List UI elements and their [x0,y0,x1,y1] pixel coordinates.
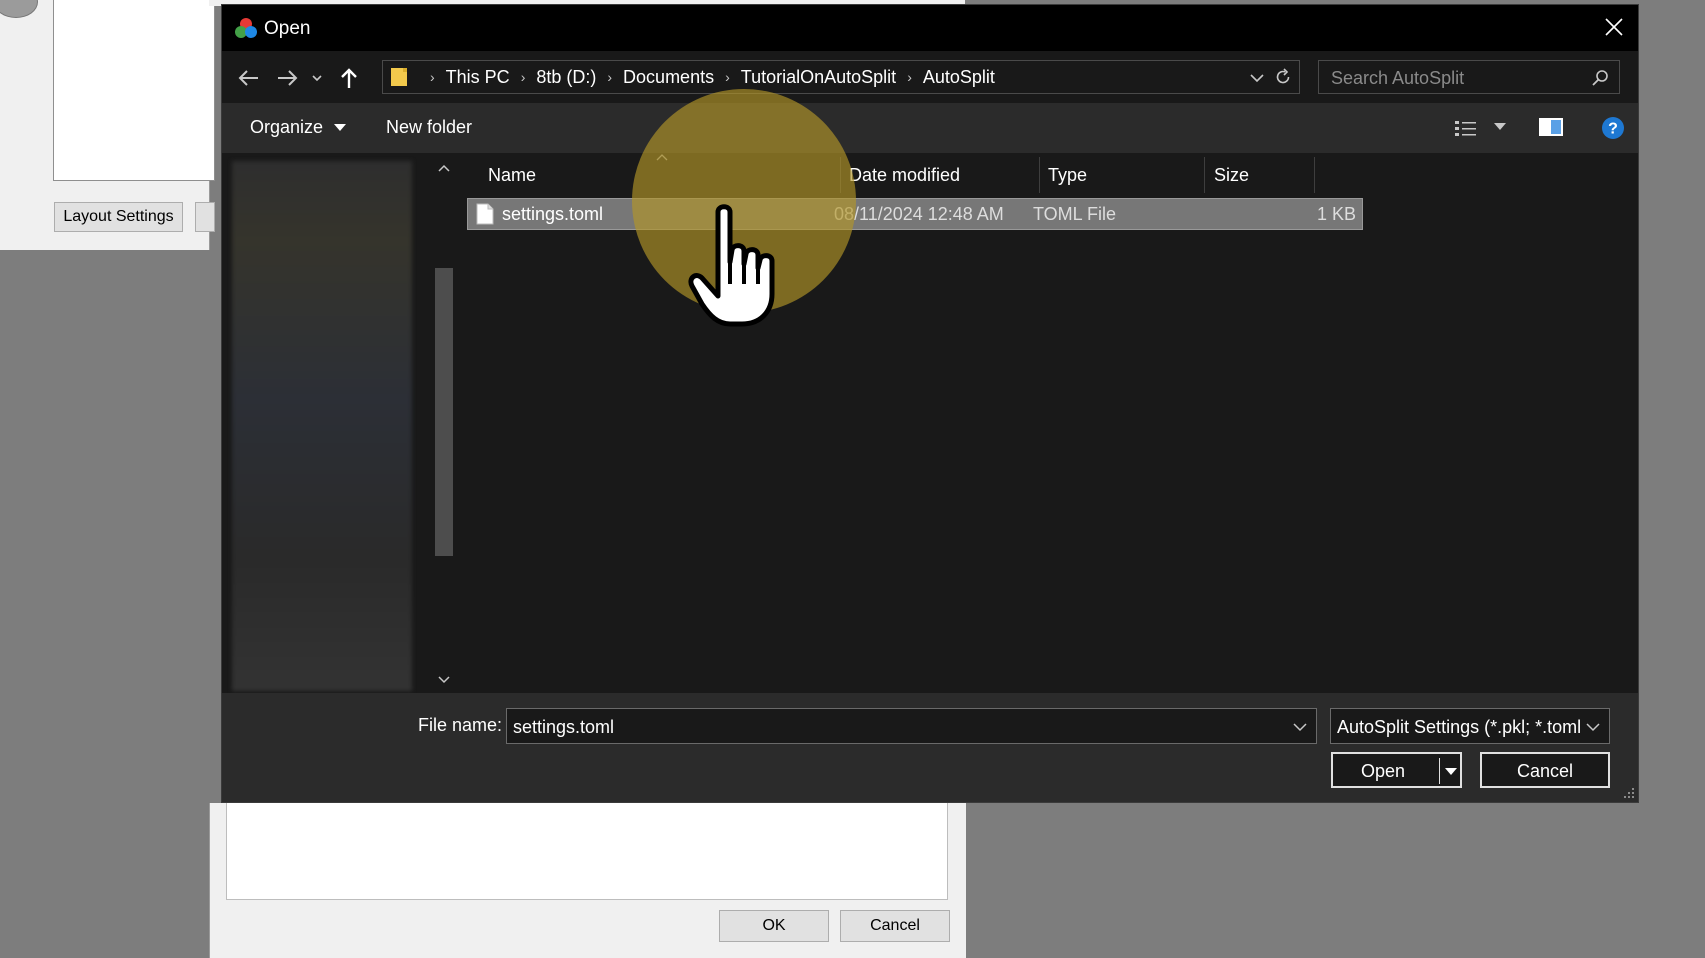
background-round-button[interactable] [0,0,38,18]
app-logo-icon [235,18,257,38]
file-icon [476,203,494,225]
svg-text:?: ? [1608,121,1618,138]
scrollbar-thumb[interactable] [435,268,453,556]
background-partial-button[interactable] [195,202,215,232]
open-button[interactable]: Open [1331,752,1462,788]
folder-icon [391,68,407,86]
breadcrumb-separator[interactable]: › [907,69,912,85]
cancel-button-label: Cancel [1516,761,1574,781]
chevron-down-icon [334,124,347,132]
column-header-size[interactable]: Size [1205,153,1313,193]
new-folder-button[interactable]: New folder [386,117,472,138]
column-header-date-modified[interactable]: Date modified [841,153,1039,193]
search-box [1318,60,1620,95]
hand-pointer-icon [688,204,775,327]
address-dropdown-chevron-icon[interactable] [1249,70,1265,86]
background-preview-box [53,0,215,181]
navigation-pane[interactable] [232,161,412,691]
background-ok-button[interactable]: OK [719,910,829,942]
dialog-titlebar: Open [222,5,1638,51]
search-input[interactable] [1319,61,1593,95]
dialog-title: Open [264,18,311,39]
column-label-date-modified: Date modified [849,165,961,185]
scroll-down-arrow-icon[interactable] [438,675,450,685]
open-button-divider [1439,758,1440,784]
background-text-area[interactable] [226,801,948,900]
forward-arrow-icon[interactable] [274,65,300,91]
file-type-value: AutoSplit Settings (*.pkl; *.toml [1337,717,1582,737]
layout-settings-button[interactable]: Layout Settings [54,202,183,232]
organize-button[interactable]: Organize [250,117,347,138]
file-name-area: File name: settings.toml AutoSplit Setti… [222,693,1638,802]
column-label-name: Name [488,165,537,185]
open-options-chevron-icon[interactable] [1444,764,1458,778]
breadcrumb-separator[interactable]: › [725,69,730,85]
column-divider[interactable] [1314,157,1315,193]
command-toolbar: Organize New folder ? [222,103,1638,153]
organize-label: Organize [250,117,324,137]
file-name-label: File name: [418,715,503,735]
chevron-down-icon [1586,723,1600,732]
refresh-icon[interactable] [1273,67,1293,87]
background-cancel-button[interactable]: Cancel [840,910,950,942]
file-type-cell: TOML File [1033,204,1117,224]
view-options-chevron-icon[interactable] [1494,123,1506,131]
breadcrumb: › This PC › 8tb (D:) › Documents › Tutor… [419,61,995,93]
cancel-button[interactable]: Cancel [1480,752,1610,788]
file-name-value: settings.toml [513,717,615,737]
open-button-label: Open [1360,761,1406,781]
breadcrumb-separator: › [430,69,435,85]
breadcrumb-documents[interactable]: Documents [623,67,714,88]
preview-pane-icon[interactable] [1538,117,1564,137]
search-icon[interactable] [1591,69,1609,87]
file-name-cell: settings.toml [502,204,604,224]
back-arrow-icon[interactable] [236,65,262,91]
chevron-down-icon[interactable] [1292,720,1308,734]
scroll-up-arrow-icon[interactable] [438,163,450,173]
file-name-field[interactable]: settings.toml [506,708,1317,744]
breadcrumb-this-pc[interactable]: This PC [446,67,510,88]
file-type-select[interactable]: AutoSplit Settings (*.pkl; *.toml [1330,708,1610,744]
address-bar[interactable]: › This PC › 8tb (D:) › Documents › Tutor… [382,60,1300,94]
breadcrumb-separator[interactable]: › [607,69,612,85]
column-header-type[interactable]: Type [1040,153,1204,193]
view-details-icon[interactable] [1454,119,1480,137]
breadcrumb-tutorial-folder[interactable]: TutorialOnAutoSplit [741,67,896,88]
recent-locations-chevron-icon[interactable] [310,65,324,91]
background-settings-window: Layout Settings [0,0,215,250]
close-icon[interactable] [1602,15,1626,39]
up-arrow-icon[interactable] [336,65,362,91]
column-label-type: Type [1048,165,1088,185]
help-icon[interactable]: ? [1601,116,1625,140]
background-dialog-window: OK Cancel [209,801,966,958]
file-size-cell: 1 KB [1316,204,1356,224]
open-file-dialog: Open › This PC › 8tb (D:) › Documents › … [221,4,1639,803]
file-row-selected[interactable]: settings.toml 08/11/2024 12:48 AM TOML F… [467,198,1363,230]
navigation-pane-scrollbar[interactable] [432,155,456,693]
breadcrumb-separator[interactable]: › [521,69,526,85]
breadcrumb-autosplit[interactable]: AutoSplit [923,67,995,88]
navigation-bar: › This PC › 8tb (D:) › Documents › Tutor… [222,51,1638,103]
breadcrumb-drive[interactable]: 8tb (D:) [536,67,596,88]
column-label-size: Size [1214,165,1250,185]
file-date-cell: 08/11/2024 12:48 AM [834,204,1004,224]
resize-grip-icon[interactable] [1623,787,1635,799]
